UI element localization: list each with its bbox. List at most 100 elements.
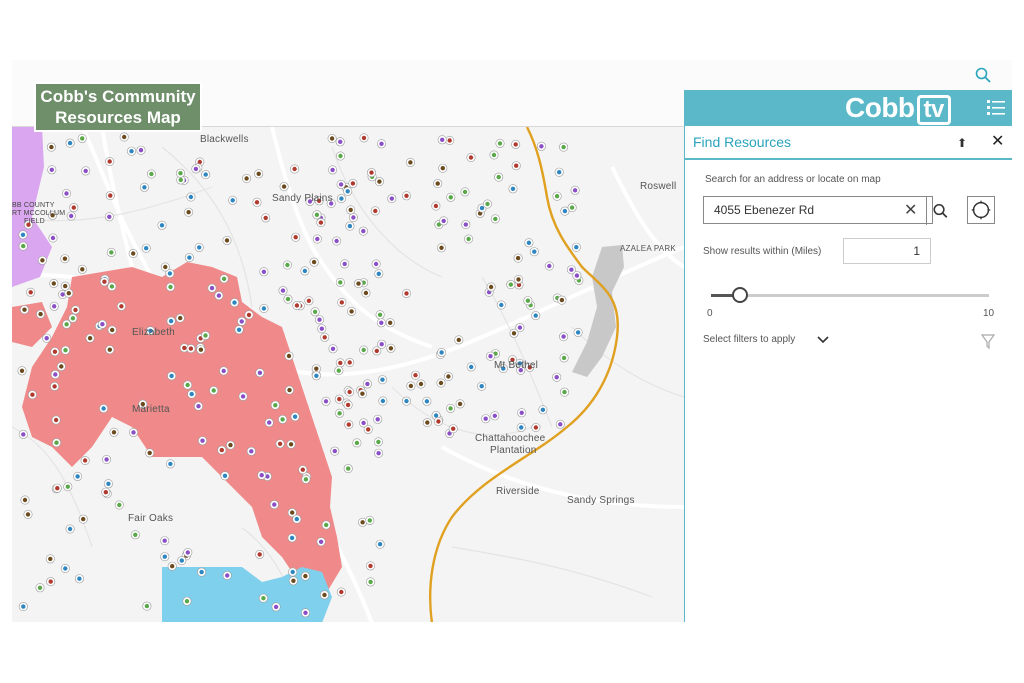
poi-marker-symbol — [186, 210, 191, 215]
poi-marker-symbol — [129, 149, 134, 154]
poi-marker-symbol — [558, 422, 563, 427]
poi-marker-symbol — [303, 477, 309, 482]
poi-marker-symbol — [162, 538, 167, 543]
poi-marker-symbol — [239, 319, 244, 324]
poi-marker-symbol — [345, 189, 350, 194]
poi-marker-symbol — [100, 322, 105, 327]
poi-marker-symbol — [63, 566, 68, 571]
poi-marker-symbol — [71, 205, 76, 210]
poi-marker-symbol — [346, 422, 351, 427]
poi-marker-symbol — [22, 497, 28, 503]
poi-marker-symbol — [63, 283, 68, 289]
poi-marker-symbol — [228, 442, 233, 448]
poi-marker-symbol — [254, 200, 260, 205]
poi-marker-symbol — [198, 347, 204, 352]
filters-label[interactable]: Select filters to apply — [703, 334, 795, 345]
poi-marker-symbol — [133, 532, 138, 537]
poi-marker-symbol — [361, 420, 366, 426]
poi-marker-symbol — [159, 223, 165, 228]
locate-icon[interactable] — [967, 196, 995, 224]
poi-marker-symbol — [106, 481, 111, 486]
poi-marker-symbol — [280, 288, 286, 293]
poi-marker-symbol — [64, 191, 69, 196]
poi-marker-symbol — [40, 258, 45, 263]
poi-marker-symbol — [338, 360, 343, 366]
distance-slider-thumb[interactable] — [731, 287, 748, 303]
poi-marker-symbol — [322, 592, 327, 598]
airport-label: BB COUNTY — [12, 202, 55, 209]
poi-marker-symbol — [285, 296, 291, 302]
poi-marker-symbol — [314, 366, 319, 371]
cobb-tv-logo: Cobb tv — [845, 92, 951, 125]
road-riverside — [441, 445, 684, 509]
search-icon[interactable] — [926, 197, 954, 225]
poi-marker-symbol — [144, 603, 150, 609]
close-icon[interactable]: ✕ — [991, 131, 1004, 151]
map-canvas[interactable] — [12, 127, 684, 622]
list-icon[interactable] — [987, 98, 1005, 118]
poi-marker-symbol — [303, 573, 308, 579]
poi-marker-symbol — [287, 387, 292, 393]
poi-marker-symbol — [70, 316, 76, 321]
poi-marker-symbol — [337, 396, 342, 402]
slider-max-label: 10 — [983, 308, 995, 319]
poi-marker-symbol — [493, 216, 498, 222]
poi-marker-symbol — [302, 268, 308, 274]
panel-title: Find Resources — [693, 134, 792, 150]
poi-marker-symbol — [65, 484, 70, 489]
poi-marker-symbol — [322, 335, 327, 340]
map-view[interactable]: Blackwells Sandy Plains Roswell AZALEA P… — [12, 126, 684, 622]
address-input[interactable] — [704, 197, 896, 223]
poi-marker-symbol — [439, 245, 444, 250]
poi-marker-symbol — [439, 350, 444, 355]
poi-marker-symbol — [188, 194, 194, 200]
poi-marker-symbol — [178, 177, 183, 183]
poi-marker-symbol — [408, 383, 414, 389]
poi-marker-symbol — [514, 163, 519, 168]
poi-marker-symbol — [21, 243, 26, 249]
poi-marker-symbol — [311, 259, 317, 265]
place-label: Plantation — [490, 445, 537, 456]
poi-marker-symbol — [361, 347, 366, 353]
poi-marker-symbol — [66, 291, 71, 296]
poi-marker-symbol — [376, 271, 381, 276]
poi-marker-symbol — [451, 426, 456, 431]
search-icon[interactable] — [974, 66, 992, 84]
poi-marker-symbol — [185, 382, 190, 388]
poi-marker-symbol — [236, 327, 242, 332]
distance-input[interactable] — [843, 238, 931, 264]
poi-marker-symbol — [561, 334, 566, 339]
poi-marker-symbol — [107, 347, 113, 352]
poi-marker-symbol — [187, 255, 192, 260]
poi-marker-symbol — [249, 449, 254, 454]
place-label: Sandy Springs — [567, 495, 635, 506]
collapse-icon[interactable]: ⬆︎ — [957, 136, 967, 150]
poi-marker-symbol — [20, 232, 26, 237]
poi-marker-symbol — [347, 389, 352, 395]
poi-marker-symbol — [510, 186, 516, 191]
poi-marker-symbol — [144, 246, 149, 251]
poi-marker-symbol — [52, 349, 58, 354]
distance-slider-track[interactable] — [711, 294, 989, 297]
poi-marker-symbol — [67, 140, 73, 146]
poi-marker-symbol — [562, 208, 568, 214]
poi-marker-symbol — [168, 461, 173, 467]
poi-marker-symbol — [330, 167, 335, 173]
poi-marker-symbol — [163, 264, 168, 270]
poi-marker-symbol — [138, 148, 144, 153]
poi-marker-symbol — [491, 152, 497, 158]
poi-marker-symbol — [441, 218, 446, 224]
poi-marker-symbol — [532, 249, 537, 254]
place-label: Mt Bethel — [494, 360, 539, 371]
poi-marker-symbol — [289, 535, 295, 541]
poi-marker-symbol — [519, 425, 524, 430]
chevron-down-icon[interactable] — [817, 336, 829, 344]
poi-marker-symbol — [572, 188, 578, 193]
poi-marker-symbol — [117, 502, 122, 508]
poi-marker-symbol — [323, 399, 329, 404]
poi-marker-symbol — [466, 236, 471, 242]
clear-icon[interactable]: ✕ — [904, 200, 917, 220]
poi-marker-symbol — [257, 370, 263, 375]
filter-icon[interactable] — [981, 334, 995, 350]
poi-marker-symbol — [336, 368, 341, 373]
